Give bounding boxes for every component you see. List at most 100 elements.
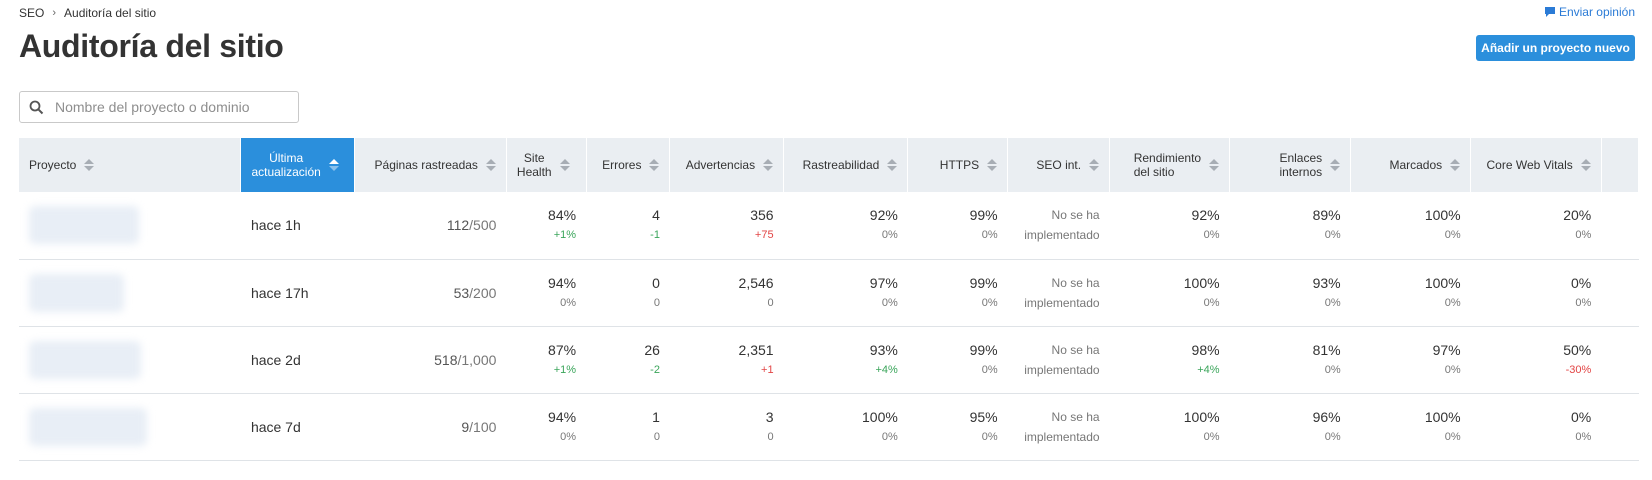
warnings-cell[interactable]: 30	[669, 393, 784, 461]
table-row[interactable]: hace 1h 112/500 84% +1% 4 -1 356 +75 92% 0% …	[19, 192, 1639, 260]
breadcrumb-current: Auditoría del sitio	[64, 6, 157, 20]
https-cell[interactable]: 95% 0%	[907, 393, 1008, 461]
column-header-internal-links[interactable]: Enlaces internos	[1229, 138, 1352, 192]
table-row[interactable]: hace 7d 9/100 94% 0% 10 30 100% 0% 95% 0% N…	[19, 393, 1639, 461]
site-health-cell[interactable]: 94% 0%	[506, 393, 587, 461]
sort-icon	[649, 159, 660, 171]
actions-cell	[1601, 393, 1639, 461]
https-cell[interactable]: 99% 0%	[907, 192, 1008, 260]
breadcrumb: SEO › Auditoría del sitio	[19, 6, 156, 20]
sort-icon	[1330, 159, 1341, 171]
warnings-cell[interactable]: 356 +75	[669, 192, 784, 260]
site-health-cell[interactable]: 87% +1%	[506, 326, 587, 394]
search-icon	[29, 100, 44, 114]
intl-seo-cell: No se ha implementado	[1007, 259, 1110, 327]
actions-cell	[1601, 192, 1639, 260]
sort-icon	[1580, 159, 1591, 171]
errors-cell[interactable]: 00	[586, 259, 670, 327]
sort-icon	[328, 159, 339, 171]
add-project-button[interactable]: Añadir un proyecto nuevo	[1476, 35, 1635, 61]
errors-cell[interactable]: 26 -2	[586, 326, 670, 394]
site-health-cell[interactable]: 94% 0%	[506, 259, 587, 327]
project-cell[interactable]	[19, 393, 241, 461]
projects-table: Proyecto Última actualización Páginas ras…	[19, 138, 1640, 461]
pages-cell[interactable]: 53/200	[354, 259, 507, 327]
sort-icon	[1089, 159, 1100, 171]
warnings-cell[interactable]: 2,351 +1	[669, 326, 784, 394]
project-name-redacted[interactable]	[29, 407, 147, 446]
project-name-redacted[interactable]	[29, 206, 139, 245]
pages-cell[interactable]: 518/1,000	[354, 326, 507, 394]
feedback-label: Enviar opinión	[1558, 5, 1635, 19]
crawlability-cell[interactable]: 93% +4%	[783, 326, 908, 394]
search-input[interactable]	[53, 98, 283, 116]
page-title: Auditoría del sitio	[19, 28, 284, 64]
column-header-warnings[interactable]: Advertencias	[669, 138, 785, 192]
sort-icon	[485, 159, 496, 171]
project-cell[interactable]	[19, 259, 241, 327]
column-header-markup[interactable]: Marcados	[1350, 138, 1472, 192]
internal-links-cell[interactable]: 96% 0%	[1229, 393, 1351, 461]
errors-cell[interactable]: 4 -1	[586, 192, 670, 260]
table-header-row: Proyecto Última actualización Páginas ras…	[19, 138, 1640, 192]
column-header-pages[interactable]: Páginas rastreadas	[354, 138, 507, 192]
markup-cell[interactable]: 100% 0%	[1350, 259, 1471, 327]
project-cell[interactable]	[19, 326, 241, 394]
column-header-core-web-vitals[interactable]: Core Web Vitals	[1470, 138, 1602, 192]
https-cell[interactable]: 99% 0%	[907, 326, 1008, 394]
cwv-cell[interactable]: 0% 0%	[1470, 259, 1602, 327]
column-header-project[interactable]: Proyecto	[19, 138, 242, 192]
site-health-cell[interactable]: 84% +1%	[506, 192, 587, 260]
intl-seo-cell: No se ha implementado	[1007, 192, 1110, 260]
table-row[interactable]: hace 17h 53/200 94% 0% 00 2,546 0 97% 0% 99…	[19, 259, 1639, 327]
column-header-last-update[interactable]: Última actualización	[240, 138, 356, 192]
project-name-redacted[interactable]	[29, 273, 124, 312]
internal-links-cell[interactable]: 93% 0%	[1229, 259, 1351, 327]
crawlability-cell[interactable]: 92% 0%	[783, 192, 908, 260]
sort-icon	[559, 159, 570, 171]
crawlability-cell[interactable]: 100% 0%	[783, 393, 908, 461]
pages-cell[interactable]: 9/100	[354, 393, 507, 461]
column-header-https[interactable]: HTTPS	[907, 138, 1009, 192]
https-cell[interactable]: 99% 0%	[907, 259, 1008, 327]
project-cell[interactable]	[19, 192, 241, 260]
markup-cell[interactable]: 97% 0%	[1350, 326, 1471, 394]
performance-cell[interactable]: 100% 0%	[1109, 393, 1230, 461]
markup-cell[interactable]: 100% 0%	[1350, 393, 1471, 461]
intl-seo-cell: No se ha implementado	[1007, 326, 1110, 394]
sort-icon	[1450, 159, 1461, 171]
actions-cell	[1601, 259, 1639, 327]
sort-icon	[987, 159, 998, 171]
sort-icon	[763, 159, 774, 171]
last-update-cell: hace 1h	[240, 192, 355, 260]
internal-links-cell[interactable]: 89% 0%	[1229, 192, 1351, 260]
cwv-cell[interactable]: 0% 0%	[1470, 393, 1602, 461]
cwv-cell[interactable]: 50% -30%	[1470, 326, 1602, 394]
performance-cell[interactable]: 92% 0%	[1109, 192, 1230, 260]
column-header-actions	[1601, 138, 1640, 192]
internal-links-cell[interactable]: 81% 0%	[1229, 326, 1351, 394]
column-header-performance[interactable]: Rendimiento del sitio	[1109, 138, 1231, 192]
markup-cell[interactable]: 100% 0%	[1350, 192, 1471, 260]
performance-cell[interactable]: 98% +4%	[1109, 326, 1230, 394]
last-update-cell: hace 7d	[240, 393, 355, 461]
intl-seo-cell: No se ha implementado	[1007, 393, 1110, 461]
column-header-site-health[interactable]: Site Health	[506, 138, 587, 192]
sort-icon	[1209, 159, 1220, 171]
performance-cell[interactable]: 100% 0%	[1109, 259, 1230, 327]
project-name-redacted[interactable]	[29, 340, 141, 379]
crawlability-cell[interactable]: 97% 0%	[783, 259, 908, 327]
actions-cell	[1601, 326, 1639, 394]
cwv-cell[interactable]: 20% 0%	[1470, 192, 1602, 260]
table-row[interactable]: hace 2d 518/1,000 87% +1% 26 -2 2,351 +1 93…	[19, 326, 1639, 394]
column-header-errors[interactable]: Errores	[586, 138, 671, 192]
column-header-intl-seo[interactable]: SEO int.	[1007, 138, 1111, 192]
feedback-link[interactable]: Enviar opinión	[1544, 5, 1635, 19]
breadcrumb-seo-link[interactable]: SEO	[19, 6, 44, 20]
pages-cell[interactable]: 112/500	[354, 192, 507, 260]
errors-cell[interactable]: 10	[586, 393, 670, 461]
column-header-crawlability[interactable]: Rastreabilidad	[783, 138, 909, 192]
warnings-cell[interactable]: 2,546 0	[669, 259, 784, 327]
chevron-right-icon: ›	[52, 7, 57, 19]
last-update-cell: hace 2d	[240, 326, 355, 394]
